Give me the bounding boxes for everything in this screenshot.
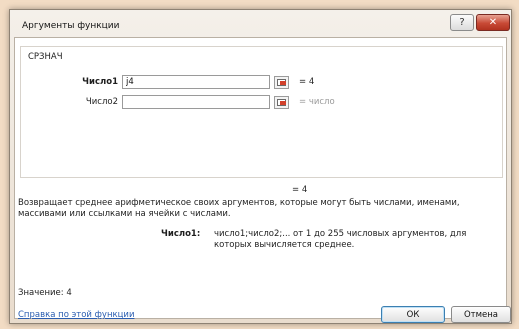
value-line: Значение: 4 <box>18 288 72 298</box>
arg2-collapse-button[interactable] <box>274 96 289 109</box>
formula-result: = 4 <box>292 185 308 195</box>
function-description: Возвращает среднее арифметическое своих … <box>18 198 460 219</box>
arguments-group: СРЗНАЧ Число1 = 4 Число2 = число <box>20 46 503 178</box>
help-link[interactable]: Справка по этой функции <box>18 310 134 320</box>
arg1-collapse-button[interactable] <box>274 76 289 89</box>
cancel-button[interactable]: Отмена <box>451 306 511 323</box>
ok-button[interactable]: ОК <box>381 306 445 323</box>
title-bar[interactable]: Аргументы функции ? ✕ <box>10 10 511 40</box>
help-button[interactable]: ? <box>450 14 474 31</box>
arg1-input[interactable] <box>122 75 270 89</box>
arg1-result: = 4 <box>299 77 315 87</box>
arg2-label: Число2 <box>85 97 118 107</box>
dialog-window: Аргументы функции ? ✕ СРЗНАЧ Число1 = 4 … <box>9 9 512 324</box>
arg2-result: = число <box>299 97 335 107</box>
dialog-body: СРЗНАЧ Число1 = 4 Число2 = число = 4 Воз… <box>14 37 511 323</box>
question-icon: ? <box>459 17 465 28</box>
arg-help-label: Число1: <box>161 229 201 239</box>
function-name: СРЗНАЧ <box>28 52 63 62</box>
arg1-label: Число1 <box>82 77 118 87</box>
close-icon: ✕ <box>488 17 498 28</box>
close-button[interactable]: ✕ <box>476 14 510 31</box>
dialog-title: Аргументы функции <box>22 21 120 31</box>
arg2-input[interactable] <box>122 95 270 109</box>
arg-help-text: число1;число2;... от 1 до 255 числовых а… <box>214 229 467 250</box>
